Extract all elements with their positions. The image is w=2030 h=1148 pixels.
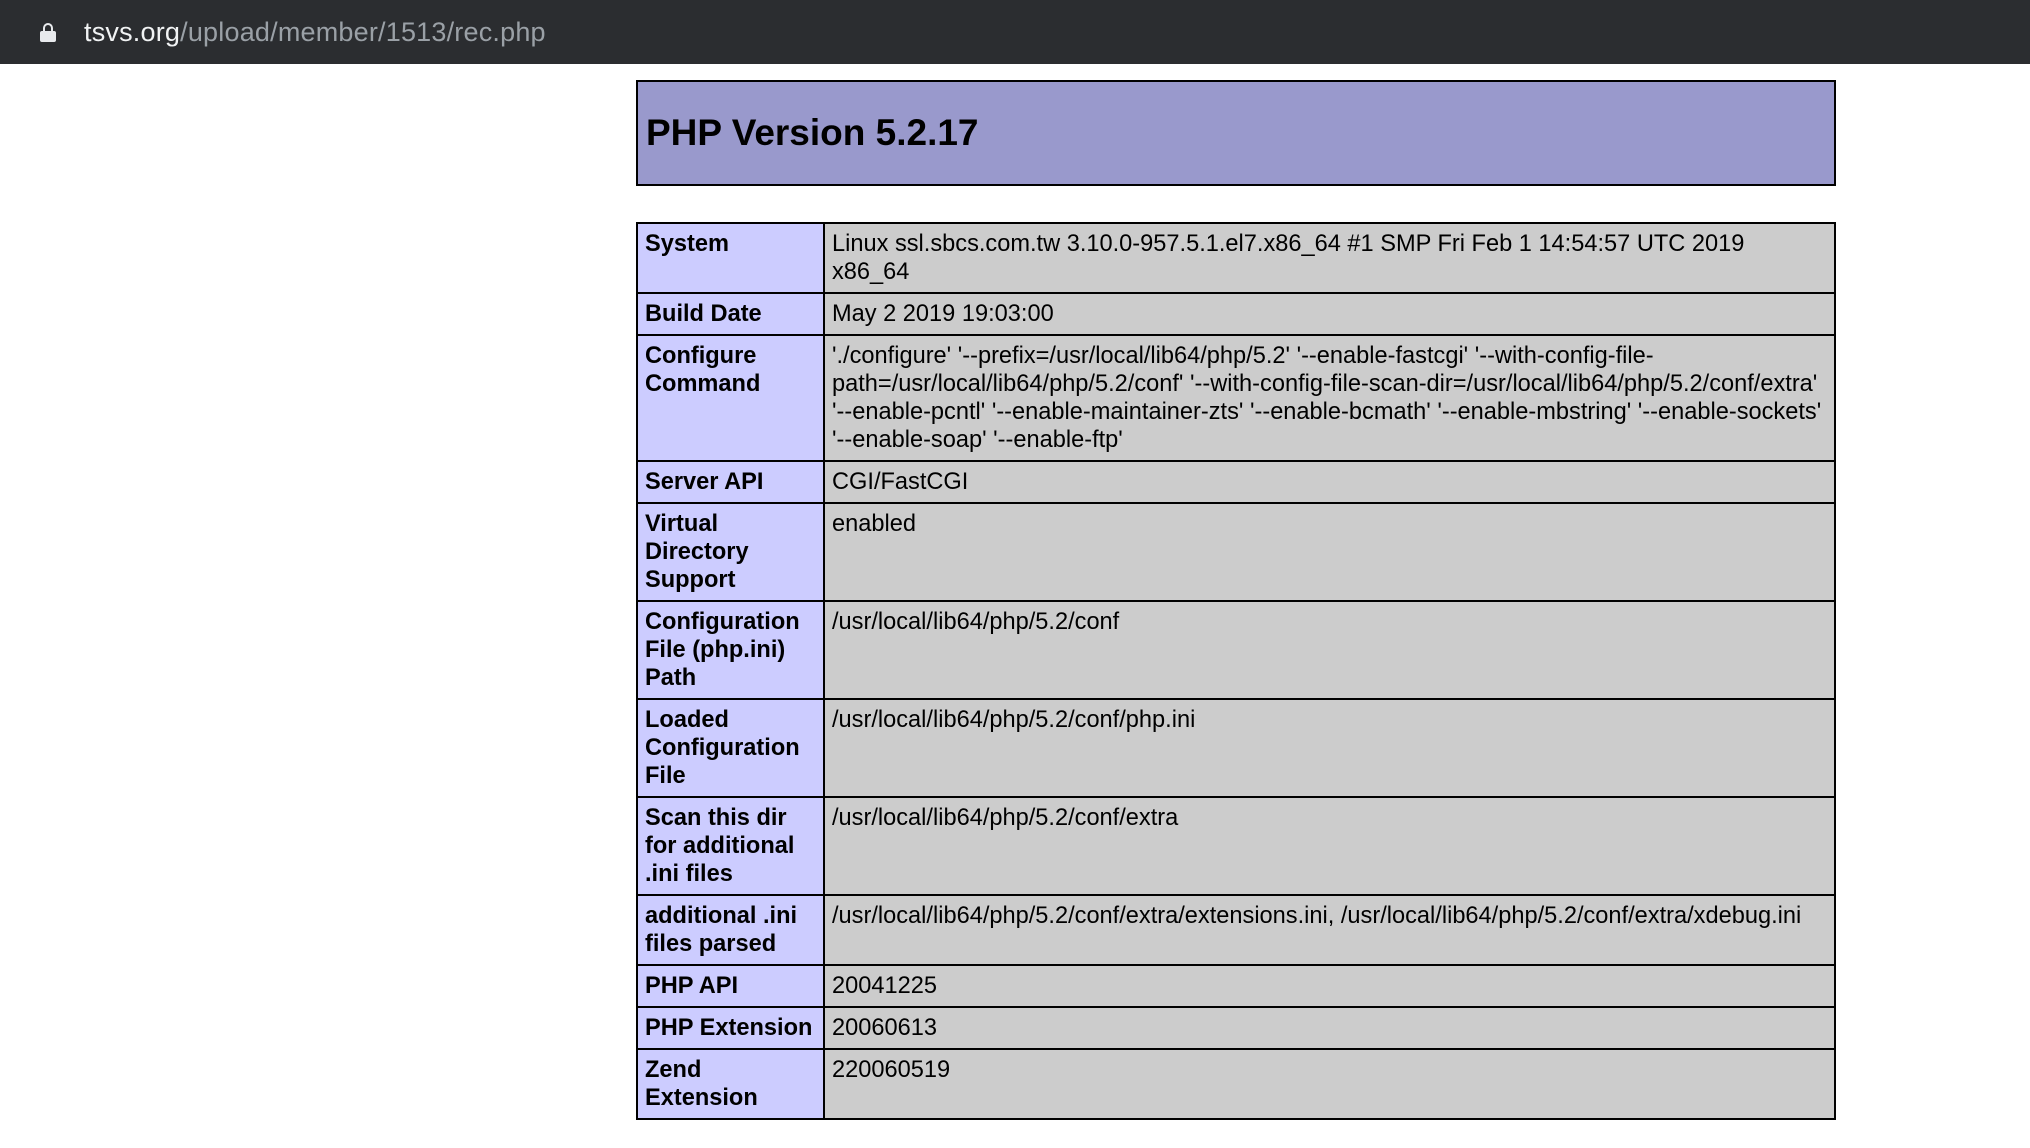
table-row: Configure Command './configure' '--prefi… bbox=[636, 334, 1836, 462]
row-value: /usr/local/lib64/php/5.2/conf/extra bbox=[823, 796, 1836, 896]
lock-icon[interactable] bbox=[40, 23, 56, 42]
url-host: tsvs.org bbox=[84, 16, 181, 47]
row-value: Linux ssl.sbcs.com.tw 3.10.0-957.5.1.el7… bbox=[823, 222, 1836, 294]
row-value: 20041225 bbox=[823, 964, 1836, 1008]
row-key: Server API bbox=[636, 460, 825, 504]
table-row: Build Date May 2 2019 19:03:00 bbox=[636, 292, 1836, 336]
url-path: /upload/member/1513/rec.php bbox=[180, 16, 546, 47]
php-version-header: PHP Version 5.2.17 bbox=[636, 80, 1836, 186]
table-row: Loaded Configuration File /usr/local/lib… bbox=[636, 698, 1836, 798]
table-row: System Linux ssl.sbcs.com.tw 3.10.0-957.… bbox=[636, 222, 1836, 294]
row-key: Zend Extension bbox=[636, 1048, 825, 1120]
phpinfo-table: System Linux ssl.sbcs.com.tw 3.10.0-957.… bbox=[636, 222, 1836, 1120]
row-value: './configure' '--prefix=/usr/local/lib64… bbox=[823, 334, 1836, 462]
url-text[interactable]: tsvs.org/upload/member/1513/rec.php bbox=[84, 17, 546, 48]
phpinfo-content: PHP Version 5.2.17 System Linux ssl.sbcs… bbox=[636, 80, 1836, 1120]
row-value: /usr/local/lib64/php/5.2/conf bbox=[823, 600, 1836, 700]
row-key: Configuration File (php.ini) Path bbox=[636, 600, 825, 700]
table-row: additional .ini files parsed /usr/local/… bbox=[636, 894, 1836, 966]
row-value: 20060613 bbox=[823, 1006, 1836, 1050]
row-key: PHP API bbox=[636, 964, 825, 1008]
row-value: enabled bbox=[823, 502, 1836, 602]
row-value: May 2 2019 19:03:00 bbox=[823, 292, 1836, 336]
browser-address-bar[interactable]: tsvs.org/upload/member/1513/rec.php bbox=[0, 0, 2030, 64]
row-key: Scan this dir for additional .ini files bbox=[636, 796, 825, 896]
row-key: additional .ini files parsed bbox=[636, 894, 825, 966]
row-key: Build Date bbox=[636, 292, 825, 336]
table-row: PHP API 20041225 bbox=[636, 964, 1836, 1008]
row-key: Configure Command bbox=[636, 334, 825, 462]
row-key: Virtual Directory Support bbox=[636, 502, 825, 602]
row-value: /usr/local/lib64/php/5.2/conf/extra/exte… bbox=[823, 894, 1836, 966]
table-row: Server API CGI/FastCGI bbox=[636, 460, 1836, 504]
row-key: System bbox=[636, 222, 825, 294]
table-row: Zend Extension 220060519 bbox=[636, 1048, 1836, 1120]
row-value: CGI/FastCGI bbox=[823, 460, 1836, 504]
table-row: Virtual Directory Support enabled bbox=[636, 502, 1836, 602]
table-row: Configuration File (php.ini) Path /usr/l… bbox=[636, 600, 1836, 700]
row-value: 220060519 bbox=[823, 1048, 1836, 1120]
lock-icon-body bbox=[40, 31, 56, 42]
table-row: Scan this dir for additional .ini files … bbox=[636, 796, 1836, 896]
page-title: PHP Version 5.2.17 bbox=[646, 112, 979, 153]
row-key: Loaded Configuration File bbox=[636, 698, 825, 798]
row-value: /usr/local/lib64/php/5.2/conf/php.ini bbox=[823, 698, 1836, 798]
row-key: PHP Extension bbox=[636, 1006, 825, 1050]
table-row: PHP Extension 20060613 bbox=[636, 1006, 1836, 1050]
